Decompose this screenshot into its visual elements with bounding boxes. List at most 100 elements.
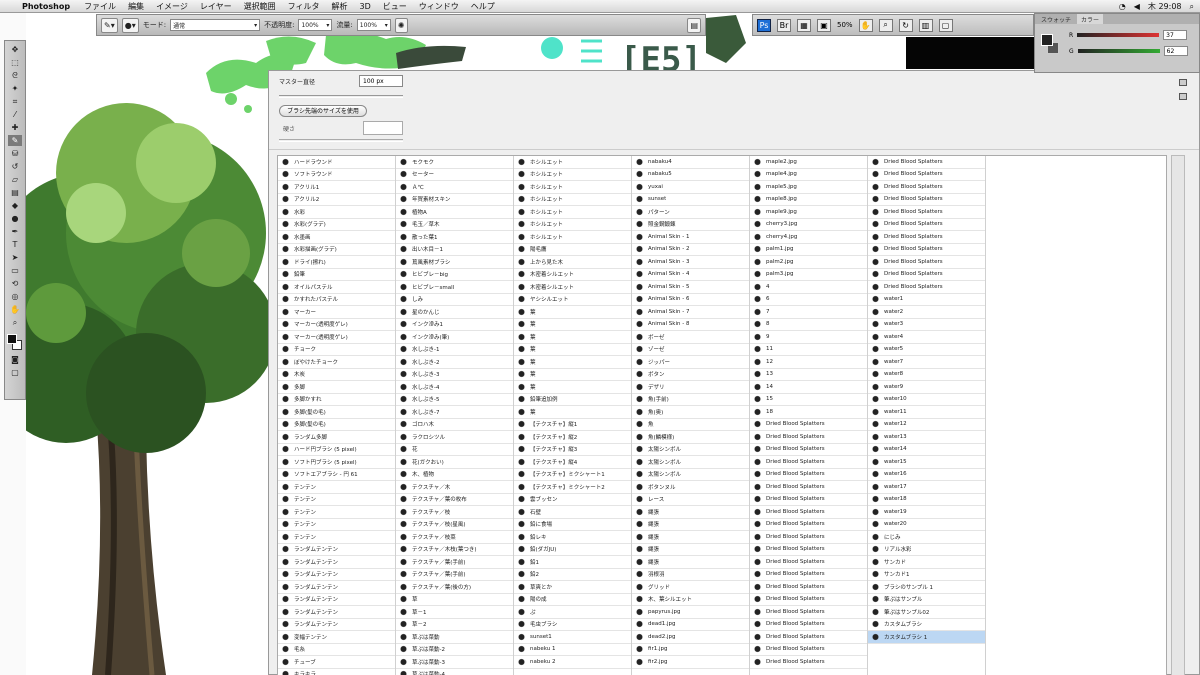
brush-preset-item[interactable]: ランダムテンテン [278,556,395,569]
brush-preset-item[interactable]: Dried Blood Splatters [750,506,867,519]
brush-preset-item[interactable]: ホシルエット [514,169,631,181]
brush-picker[interactable]: ● ▾ [121,17,139,33]
brush-preset-item[interactable]: ゾーゼ [632,344,749,356]
brush-preset-item[interactable]: ソフトエアブラシ - 円 61 [278,469,395,481]
brush-preset-item[interactable]: 上から見た木 [514,256,631,269]
color-fg-swatch[interactable] [1041,34,1053,46]
brush-preset-item[interactable]: Dried Blood Splatters [868,256,985,269]
brush-preset-item[interactable]: 羽根羽 [632,569,749,581]
brush-preset-item[interactable]: 【テクスチャ】縦4 [514,456,631,469]
brush-preset-item[interactable]: Dried Blood Splatters [750,481,867,494]
brush-preset-item[interactable]: インク滲み1 [396,319,513,331]
brush-preset-item[interactable]: Animal Skin - 4 [632,269,749,281]
brush-preset-item[interactable]: maple4.jpg [750,169,867,181]
brush-preset-item[interactable]: palm2.jpg [750,256,867,269]
menu-view[interactable]: ビュー [383,1,407,12]
brush-preset-item[interactable]: 石壁 [514,506,631,519]
brush-preset-item[interactable]: water5 [868,344,985,356]
brush-preset-item[interactable]: 年賀素材スキン [396,194,513,206]
brush-preset-item[interactable]: Dried Blood Splatters [750,469,867,481]
brush-preset-item[interactable]: ボーゼ [632,331,749,344]
lasso-tool-icon[interactable]: ᘓ [8,70,22,81]
bridge-icon[interactable]: Br [777,18,791,32]
brush-preset-item[interactable]: 草－1 [396,606,513,619]
hand-tool-icon[interactable]: ✋ [858,18,873,32]
dodge-tool-icon[interactable]: ● [8,213,22,224]
marquee-tool-icon[interactable]: ⬚ [8,57,22,68]
brush-preset-item[interactable]: ランダムテンテン [278,594,395,606]
brush-preset-item[interactable]: 草ぷは菜動-4 [396,669,513,675]
brush-preset-item[interactable]: water14 [868,444,985,456]
brush-preset-item[interactable]: ホシルエット [514,206,631,219]
brush-preset-item[interactable]: カスタムブラシ [868,619,985,631]
brush-preset-item[interactable]: テクスチャ／木 [396,481,513,494]
menu-3d[interactable]: 3D [360,2,371,11]
brush-preset-item[interactable]: 鉛筆 [278,269,395,281]
brush-preset-item[interactable]: fir1.jpg [632,644,749,656]
brush-preset-item[interactable]: dead2.jpg [632,631,749,644]
brush-preset-item[interactable]: 【テクスチャ】縦2 [514,431,631,444]
brush-preset-item[interactable]: かすれたパステル [278,294,395,306]
brush-preset-item[interactable]: sunset1 [514,631,631,644]
brush-preset-item[interactable]: マーカー(透明度ゲレ) [278,331,395,344]
brush-preset-item[interactable]: 18 [750,406,867,419]
brush-preset-item[interactable]: ホシルエット [514,231,631,244]
brush-preset-item[interactable]: water2 [868,306,985,319]
crop-tool-icon[interactable]: ⌗ [8,96,22,107]
brush-preset-item[interactable]: 葉 [514,319,631,331]
shape-tool-icon[interactable]: ▭ [8,265,22,276]
brush-preset-item[interactable]: water17 [868,481,985,494]
screen-mode-icon[interactable]: ▢ [938,18,953,32]
brush-preset-item[interactable]: リアル水彩 [868,544,985,556]
brush-tool-preset[interactable]: ✎ ▾ [101,17,118,33]
brush-preset-item[interactable]: 花(ガクおい) [396,456,513,469]
brush-preset-item[interactable]: 4 [750,281,867,294]
brush-preset-item[interactable]: チューブ [278,656,395,669]
brush-preset-item[interactable]: 縄張 [632,531,749,544]
brush-preset-item[interactable]: ハードラウンド [278,156,395,169]
brush-preset-item[interactable]: マーカー [278,306,395,319]
brush-preset-item[interactable]: テクスチャ／葉(後の方) [396,581,513,594]
brush-preset-item[interactable]: 花 [396,444,513,456]
brush-preset-item[interactable]: 草 [396,594,513,606]
brush-list-scrollbar[interactable] [1171,155,1185,675]
hardness-slider[interactable] [279,139,403,142]
brush-preset-item[interactable]: Dried Blood Splatters [750,556,867,569]
brush-preset-item[interactable]: Dried Blood Splatters [868,231,985,244]
brush-preset-item[interactable]: テンテン [278,519,395,531]
spotlight-icon[interactable]: ⌕ [1190,2,1194,12]
brush-preset-item[interactable]: 【テクスチャ】ミクシャート1 [514,469,631,481]
brush-preset-item[interactable]: 7 [750,306,867,319]
brush-preset-item[interactable]: 植物A [396,206,513,219]
brush-preset-item[interactable]: 【テクスチャ】縦3 [514,444,631,456]
move-tool-icon[interactable]: ✥ [8,44,22,55]
brush-preset-item[interactable]: 【テクスチャ】ミクシャート2 [514,481,631,494]
rotate-view-icon[interactable]: ↻ [898,18,913,32]
brush-preset-item[interactable]: 陽の成 [514,594,631,606]
brush-preset-item[interactable]: fir2.jpg [632,656,749,669]
brush-preset-item[interactable]: nabaku5 [632,169,749,181]
brush-preset-item[interactable]: ジッパー [632,356,749,369]
brush-preset-item[interactable]: ランダムテンテン [278,606,395,619]
brush-preset-item[interactable]: Dried Blood Splatters [868,194,985,206]
brush-preset-item[interactable]: 鉛(ダガJU) [514,544,631,556]
brush-preset-item[interactable]: 草爽とか [514,581,631,594]
brush-preset-item[interactable]: テンテン [278,531,395,544]
app-menu[interactable]: Photoshop [22,2,70,11]
brush-preset-item[interactable]: 葉 [514,369,631,381]
brush-preset-item[interactable]: ランダムテンテン [278,619,395,631]
airbrush-button[interactable]: ✺ [394,17,408,33]
brush-preset-item[interactable]: ぼやけたチョーク [278,356,395,369]
brush-preset-item[interactable]: Animal Skin - 6 [632,294,749,306]
mode-select[interactable]: 通常 ▾ [170,19,261,31]
brush-preset-item[interactable]: nabeku 2 [514,656,631,669]
brush-preset-item[interactable]: 葉 [514,356,631,369]
brush-preset-item[interactable]: Dried Blood Splatters [750,544,867,556]
brush-preset-item[interactable]: テクスチャ／木枝(葉つき) [396,544,513,556]
menu-file[interactable]: ファイル [84,1,116,12]
master-diameter-slider[interactable] [279,95,403,98]
tab-swatches[interactable]: スウォッチ [1037,14,1075,24]
brush-preset-item[interactable]: Dried Blood Splatters [750,656,867,669]
brush-preset-item[interactable]: Dried Blood Splatters [868,219,985,231]
brush-preset-item[interactable]: チョーク [278,344,395,356]
